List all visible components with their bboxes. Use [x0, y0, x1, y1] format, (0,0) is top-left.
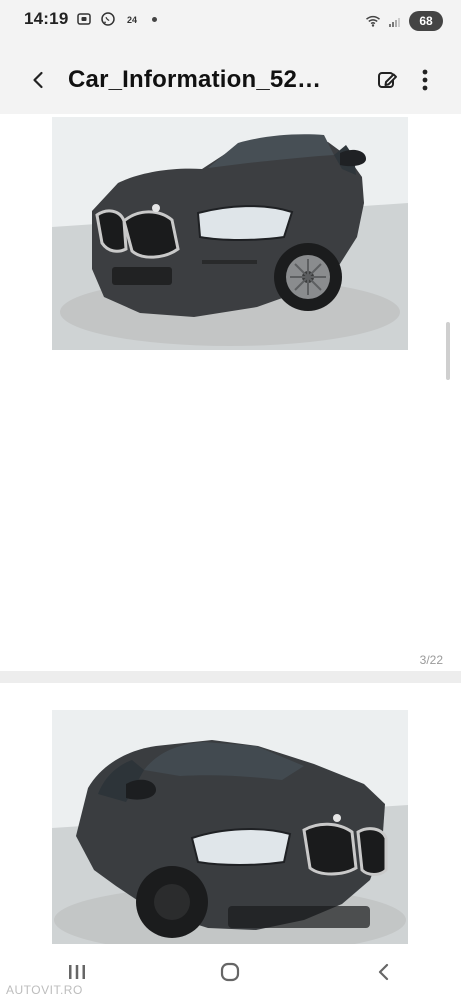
page-title: Car_Information_52… [68, 66, 322, 93]
signal-icon [387, 13, 403, 29]
app-bar: Car_Information_52… [0, 42, 461, 114]
screenshot-icon [76, 11, 92, 27]
car-photo-front-right [52, 710, 408, 944]
scrollbar[interactable] [446, 322, 450, 380]
car-photo-front-left [52, 117, 408, 350]
battery-icon: 68 [409, 11, 443, 31]
page-divider [0, 671, 461, 683]
page-counter: 3/22 [419, 653, 443, 667]
edit-icon[interactable] [373, 66, 401, 94]
page-3[interactable]: 3/22 [0, 114, 461, 671]
status-bar: 14:19 24 68 [0, 0, 461, 42]
back-nav-icon[interactable] [359, 952, 409, 992]
status-time: 14:19 [24, 9, 69, 28]
wifi-icon [365, 13, 381, 29]
notification-dot [152, 16, 158, 22]
status-left: 14:19 24 [24, 9, 158, 29]
speed-indicator-text: 24 [127, 15, 137, 25]
document-viewer[interactable]: 3/22 [0, 114, 461, 944]
whatsapp-icon [100, 11, 116, 27]
status-right: 68 [365, 11, 443, 31]
autovit-watermark: AUTOVIT.RO [6, 983, 83, 997]
page-4[interactable] [0, 683, 461, 944]
back-chevron-icon[interactable] [22, 64, 54, 96]
battery-level: 68 [419, 14, 433, 28]
more-vertical-icon[interactable] [415, 66, 435, 94]
speed-indicator-icon: 24 [124, 11, 140, 27]
home-icon[interactable] [205, 952, 255, 992]
system-navigation-bar: AUTOVIT.RO [0, 944, 461, 999]
